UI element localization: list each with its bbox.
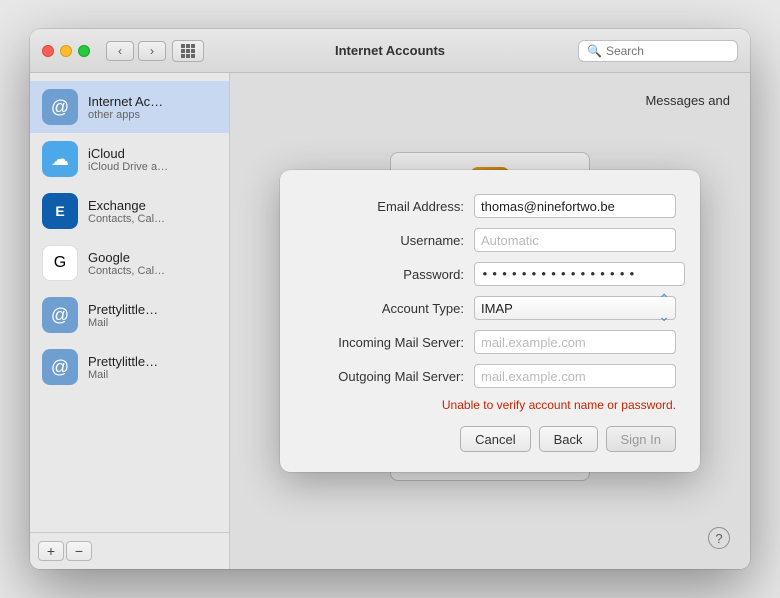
titlebar: ‹ › Internet Accounts 🔍 <box>30 29 750 73</box>
sidebar-item-detail: Contacts, Cal… <box>88 265 165 277</box>
sign-in-button[interactable]: Sign In <box>606 426 676 452</box>
back-nav-button[interactable]: ‹ <box>106 41 134 61</box>
outgoing-label: Outgoing Mail Server: <box>304 369 474 384</box>
grid-button[interactable] <box>172 40 204 62</box>
email-row: Email Address: <box>304 194 676 218</box>
username-label: Username: <box>304 233 474 248</box>
at-icon-2: @ <box>42 349 78 385</box>
password-input[interactable] <box>474 262 685 286</box>
username-row: Username: <box>304 228 676 252</box>
cancel-button[interactable]: Cancel <box>460 426 530 452</box>
outgoing-row: Outgoing Mail Server: <box>304 364 676 388</box>
sidebar-item-detail: Mail <box>88 369 158 381</box>
sidebar-item-detail: Contacts, Cal… <box>88 213 165 225</box>
sidebar-item-text: Exchange Contacts, Cal… <box>88 198 165 225</box>
main-content: @ Internet Ac… other apps ☁ iCloud iClou… <box>30 73 750 569</box>
add-account-button[interactable]: + <box>38 541 64 561</box>
account-type-wrapper: IMAP POP ⌃⌄ <box>474 296 676 320</box>
account-dialog: Email Address: Username: Password: Accou… <box>280 170 700 472</box>
minimize-button[interactable] <box>60 45 72 57</box>
nav-buttons: ‹ › <box>106 41 166 61</box>
remove-account-button[interactable]: − <box>66 541 92 561</box>
sidebar-item-text: Google Contacts, Cal… <box>88 250 165 277</box>
sidebar-item-name: Google <box>88 250 165 265</box>
incoming-label: Incoming Mail Server: <box>304 335 474 350</box>
sidebar-item-pretty2[interactable]: @ Prettylittle… Mail <box>30 341 229 393</box>
sidebar-item-detail: other apps <box>88 109 163 121</box>
sidebar-item-name: Prettylittle… <box>88 354 158 369</box>
sidebar-item-icloud[interactable]: ☁ iCloud iCloud Drive a… <box>30 133 229 185</box>
sidebar-item-text: iCloud iCloud Drive a… <box>88 146 168 173</box>
exchange-icon: E <box>42 193 78 229</box>
maximize-button[interactable] <box>78 45 90 57</box>
sidebar-item-name: Prettylittle… <box>88 302 158 317</box>
password-row: Password: <box>304 262 676 286</box>
forward-nav-button[interactable]: › <box>138 41 166 61</box>
grid-icon <box>181 44 195 58</box>
sidebar-item-pretty1[interactable]: @ Prettylittle… Mail <box>30 289 229 341</box>
traffic-lights <box>42 45 90 57</box>
password-label: Password: <box>304 267 474 282</box>
dialog-buttons: Cancel Back Sign In <box>304 426 676 452</box>
at-icon-1: @ <box>42 297 78 333</box>
account-type-select[interactable]: IMAP POP <box>474 296 676 320</box>
search-icon: 🔍 <box>587 44 602 58</box>
sidebar-item-exchange[interactable]: E Exchange Contacts, Cal… <box>30 185 229 237</box>
sidebar-footer: + − <box>30 532 229 569</box>
sidebar-item-name: Exchange <box>88 198 165 213</box>
error-message: Unable to verify account name or passwor… <box>304 398 676 412</box>
search-input[interactable] <box>606 44 729 58</box>
dialog-overlay: Email Address: Username: Password: Accou… <box>230 73 750 569</box>
sidebar-item-detail: Mail <box>88 317 158 329</box>
search-bar[interactable]: 🔍 <box>578 40 738 62</box>
outgoing-input[interactable] <box>474 364 676 388</box>
account-type-row: Account Type: IMAP POP ⌃⌄ <box>304 296 676 320</box>
sidebar-item-detail: iCloud Drive a… <box>88 161 168 173</box>
username-input[interactable] <box>474 228 676 252</box>
right-panel: Messages and 📇 CardDAV account 📋 LDAP ac… <box>230 73 750 569</box>
sidebar-item-name: iCloud <box>88 146 168 161</box>
sidebar: @ Internet Ac… other apps ☁ iCloud iClou… <box>30 73 230 569</box>
internet-accounts-icon: @ <box>42 89 78 125</box>
incoming-input[interactable] <box>474 330 676 354</box>
back-button[interactable]: Back <box>539 426 598 452</box>
sidebar-item-google[interactable]: G Google Contacts, Cal… <box>30 237 229 289</box>
google-icon: G <box>42 245 78 281</box>
sidebar-item-text: Internet Ac… other apps <box>88 94 163 121</box>
sidebar-item-text: Prettylittle… Mail <box>88 302 158 329</box>
sidebar-item-name: Internet Ac… <box>88 94 163 109</box>
window-title: Internet Accounts <box>335 43 445 58</box>
icloud-icon: ☁ <box>42 141 78 177</box>
sidebar-item-text: Prettylittle… Mail <box>88 354 158 381</box>
account-type-label: Account Type: <box>304 301 474 316</box>
email-label: Email Address: <box>304 199 474 214</box>
sidebar-items: @ Internet Ac… other apps ☁ iCloud iClou… <box>30 73 229 532</box>
email-input[interactable] <box>474 194 676 218</box>
sidebar-item-internet-accounts[interactable]: @ Internet Ac… other apps <box>30 81 229 133</box>
close-button[interactable] <box>42 45 54 57</box>
incoming-row: Incoming Mail Server: <box>304 330 676 354</box>
